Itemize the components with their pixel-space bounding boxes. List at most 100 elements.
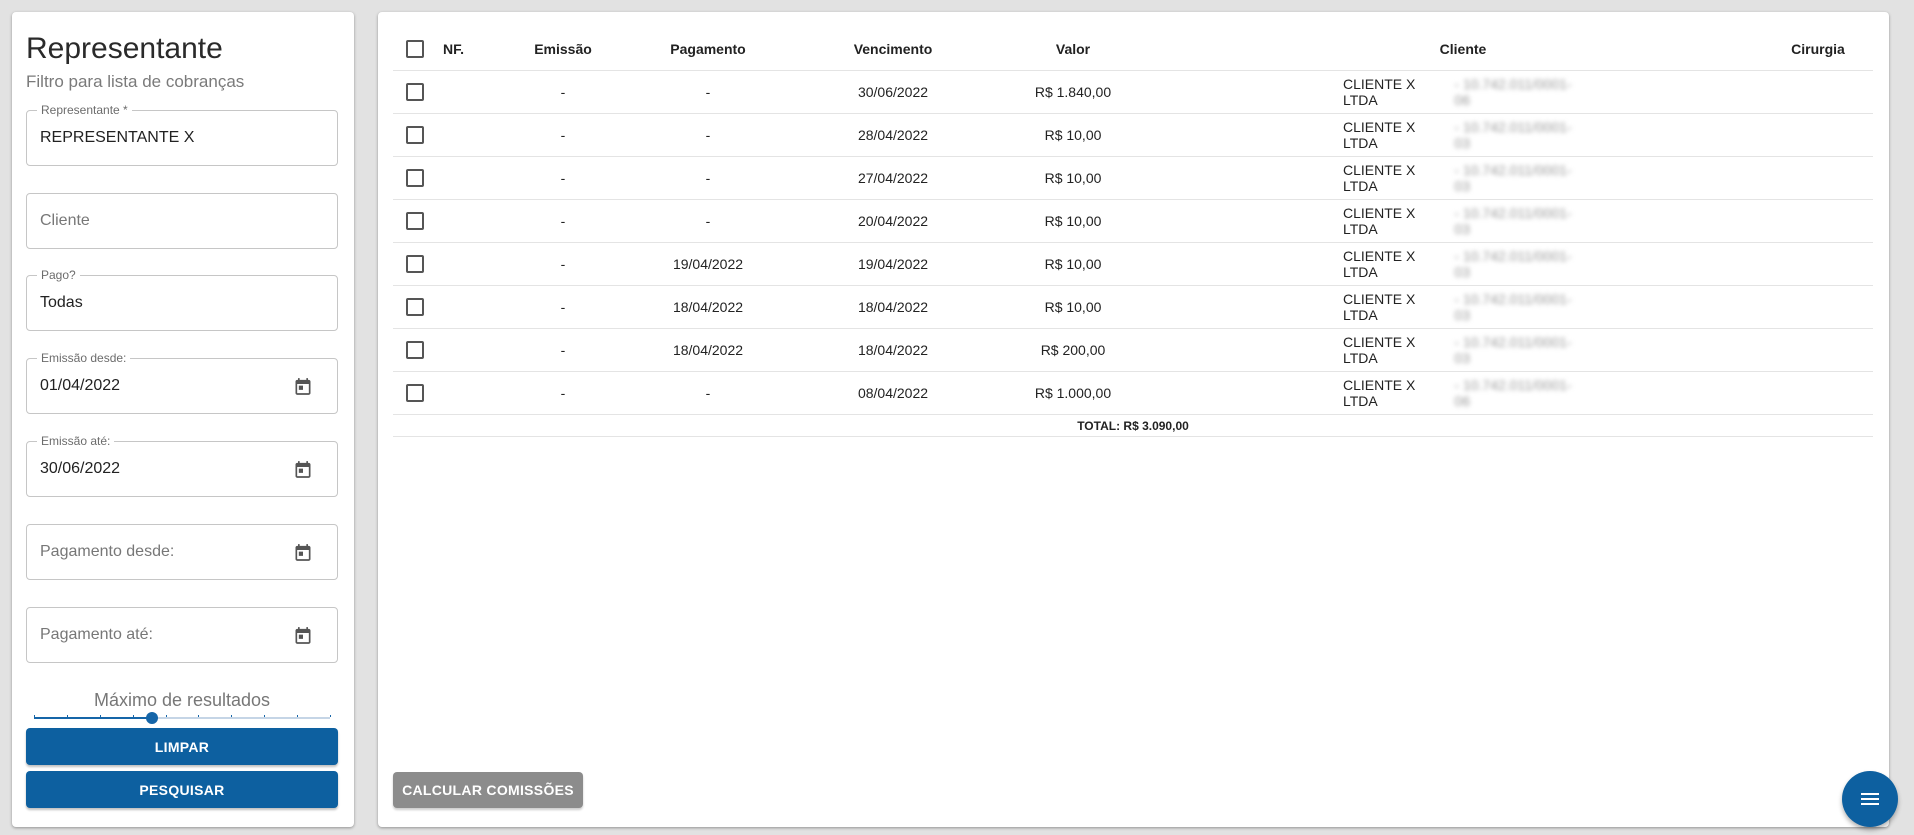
cell-emissao: - xyxy=(560,385,566,401)
table-row[interactable]: - - 27/04/2022 R$ 10,00 CLIENTE X LTDA - 10.7… xyxy=(393,157,1873,200)
row-checkbox[interactable] xyxy=(406,126,424,144)
cell-vencimento: 18/04/2022 xyxy=(857,342,929,358)
cell-cliente-name: CLIENTE X LTDA xyxy=(1343,248,1416,280)
pagamento-ate-placeholder: Pagamento até: xyxy=(40,626,153,643)
cliente-placeholder: Cliente xyxy=(40,212,90,229)
cell-pagamento: 19/04/2022 xyxy=(672,256,744,272)
results-table: NF. Emissão Pagamento Vencimento Valor C… xyxy=(393,28,1873,437)
cell-valor: R$ 1.000,00 xyxy=(1034,385,1112,401)
cell-emissao: - xyxy=(560,84,566,100)
cell-emissao: - xyxy=(560,256,566,272)
row-checkbox[interactable] xyxy=(406,83,424,101)
header-pagamento: Pagamento xyxy=(670,41,746,57)
table-row[interactable]: - 18/04/2022 18/04/2022 R$ 200,00 CLIENTE X … xyxy=(393,329,1873,372)
cell-pagamento: 18/04/2022 xyxy=(672,299,744,315)
row-checkbox[interactable] xyxy=(406,384,424,402)
cell-emissao: - xyxy=(560,127,566,143)
cell-valor: R$ 10,00 xyxy=(1044,256,1102,272)
cell-valor: R$ 10,00 xyxy=(1044,170,1102,186)
cell-vencimento: 20/04/2022 xyxy=(857,213,929,229)
panel-subtitle: Filtro para lista de cobranças xyxy=(26,72,245,91)
row-checkbox[interactable] xyxy=(406,169,424,187)
pagamento-desde-placeholder: Pagamento desde: xyxy=(40,543,175,560)
row-checkbox[interactable] xyxy=(406,298,424,316)
slider-tick xyxy=(34,715,35,717)
calendar-icon[interactable] xyxy=(293,542,313,563)
representante-value: REPRESENTANTE X xyxy=(40,129,195,146)
emissao-desde-value: 01/04/2022 xyxy=(40,377,121,394)
calendar-icon[interactable] xyxy=(293,459,313,480)
results-panel: NF. Emissão Pagamento Vencimento Valor C… xyxy=(378,12,1889,827)
search-button[interactable]: PESQUISAR xyxy=(26,771,338,808)
representante-label: Representante * xyxy=(37,103,132,117)
calendar-icon[interactable] xyxy=(293,376,313,397)
slider-tick xyxy=(66,715,68,717)
row-checkbox[interactable] xyxy=(406,212,424,230)
slider-tick xyxy=(165,715,167,717)
table-row[interactable]: - 18/04/2022 18/04/2022 R$ 10,00 CLIENTE X L… xyxy=(393,286,1873,329)
cell-cliente: CLIENTE X LTDA - 10.742.011/0001-03 xyxy=(1343,286,1583,328)
cell-emissao: - xyxy=(560,299,566,315)
cell-cliente-doc: - 10.742.011/0001-03 xyxy=(1454,291,1572,323)
cell-cliente: CLIENTE X LTDA - 10.742.011/0001-06 xyxy=(1343,372,1583,414)
pago-label: Pago? xyxy=(37,268,80,282)
header-cirurgia: Cirurgia xyxy=(1791,41,1845,57)
select-all-checkbox[interactable] xyxy=(406,40,424,58)
cell-vencimento: 08/04/2022 xyxy=(857,385,929,401)
table-row[interactable]: - - 30/06/2022 R$ 1.840,00 CLIENTE X LTDA - 1… xyxy=(393,71,1873,114)
cell-emissao: - xyxy=(560,213,566,229)
max-results-slider[interactable] xyxy=(34,712,331,724)
table-row[interactable]: - 19/04/2022 19/04/2022 R$ 10,00 CLIENTE X L… xyxy=(393,243,1873,286)
slider-tick xyxy=(264,715,266,717)
cell-cliente-doc: - 10.742.011/0001-03 xyxy=(1454,205,1572,237)
cell-valor: R$ 10,00 xyxy=(1044,299,1102,315)
clear-button[interactable]: LIMPAR xyxy=(26,728,338,765)
cliente-field[interactable]: Cliente xyxy=(26,193,338,249)
total-row: TOTAL: R$ 3.090,00 xyxy=(393,415,1873,437)
cell-cliente-name: CLIENTE X LTDA xyxy=(1343,162,1416,194)
cell-cliente-doc: - 10.742.011/0001-03 xyxy=(1454,248,1572,280)
total-value: TOTAL: R$ 3.090,00 xyxy=(1077,418,1189,433)
cell-vencimento: 30/06/2022 xyxy=(857,84,929,100)
table-row[interactable]: - - 08/04/2022 R$ 1.000,00 CLIENTE X LTDA - 1… xyxy=(393,372,1873,415)
cell-valor: R$ 10,00 xyxy=(1044,127,1102,143)
header-cliente: Cliente xyxy=(1439,41,1487,57)
cell-pagamento: 18/04/2022 xyxy=(672,342,744,358)
emissao-ate-value: 30/06/2022 xyxy=(40,460,121,477)
table-row[interactable]: - - 28/04/2022 R$ 10,00 CLIENTE X LTDA - 10.7… xyxy=(393,114,1873,157)
menu-icon xyxy=(1861,798,1879,800)
cell-pagamento: - xyxy=(705,385,711,401)
emissao-desde-field[interactable]: Emissão desde: 01/04/2022 xyxy=(26,351,338,414)
table-row[interactable]: - - 20/04/2022 R$ 10,00 CLIENTE X LTDA - 10.7… xyxy=(393,200,1873,243)
slider-fill xyxy=(34,717,153,719)
pago-value: Todas xyxy=(40,294,83,311)
slider-tick xyxy=(297,715,299,717)
cell-cliente: CLIENTE X LTDA - 10.742.011/0001-03 xyxy=(1343,114,1583,156)
cell-cliente-doc: - 10.742.011/0001-03 xyxy=(1454,334,1572,366)
calendar-icon[interactable] xyxy=(293,625,313,646)
calculate-commissions-button[interactable]: CALCULAR COMISSÕES xyxy=(393,772,583,808)
panel-title: Representante xyxy=(26,32,223,65)
cell-emissao: - xyxy=(560,342,566,358)
cell-cliente-doc: - 10.742.011/0001-03 xyxy=(1454,119,1572,151)
cell-cliente: CLIENTE X LTDA - 10.742.011/0001-06 xyxy=(1343,71,1583,113)
slider-thumb[interactable] xyxy=(146,712,159,724)
emissao-ate-field[interactable]: Emissão até: 30/06/2022 xyxy=(26,434,338,497)
cell-cliente-name: CLIENTE X LTDA xyxy=(1343,119,1416,151)
representante-field[interactable]: Representante * REPRESENTANTE X xyxy=(26,103,338,166)
pago-select[interactable]: Pago? Todas xyxy=(26,268,338,331)
cell-vencimento: 18/04/2022 xyxy=(857,299,929,315)
row-checkbox[interactable] xyxy=(406,341,424,359)
cell-pagamento: - xyxy=(705,170,711,186)
cell-cliente-doc: - 10.742.011/0001-06 xyxy=(1454,377,1572,409)
cell-valor: R$ 10,00 xyxy=(1044,213,1102,229)
cell-emissao: - xyxy=(560,170,566,186)
pagamento-ate-field[interactable]: Pagamento até: xyxy=(26,607,338,663)
cell-cliente: CLIENTE X LTDA - 10.742.011/0001-03 xyxy=(1343,243,1583,285)
cell-valor: R$ 200,00 xyxy=(1040,342,1106,358)
emissao-desde-label: Emissão desde: xyxy=(37,351,131,365)
cell-valor: R$ 1.840,00 xyxy=(1034,84,1112,100)
menu-fab-button[interactable] xyxy=(1842,771,1898,827)
row-checkbox[interactable] xyxy=(406,255,424,273)
pagamento-desde-field[interactable]: Pagamento desde: xyxy=(26,524,338,580)
